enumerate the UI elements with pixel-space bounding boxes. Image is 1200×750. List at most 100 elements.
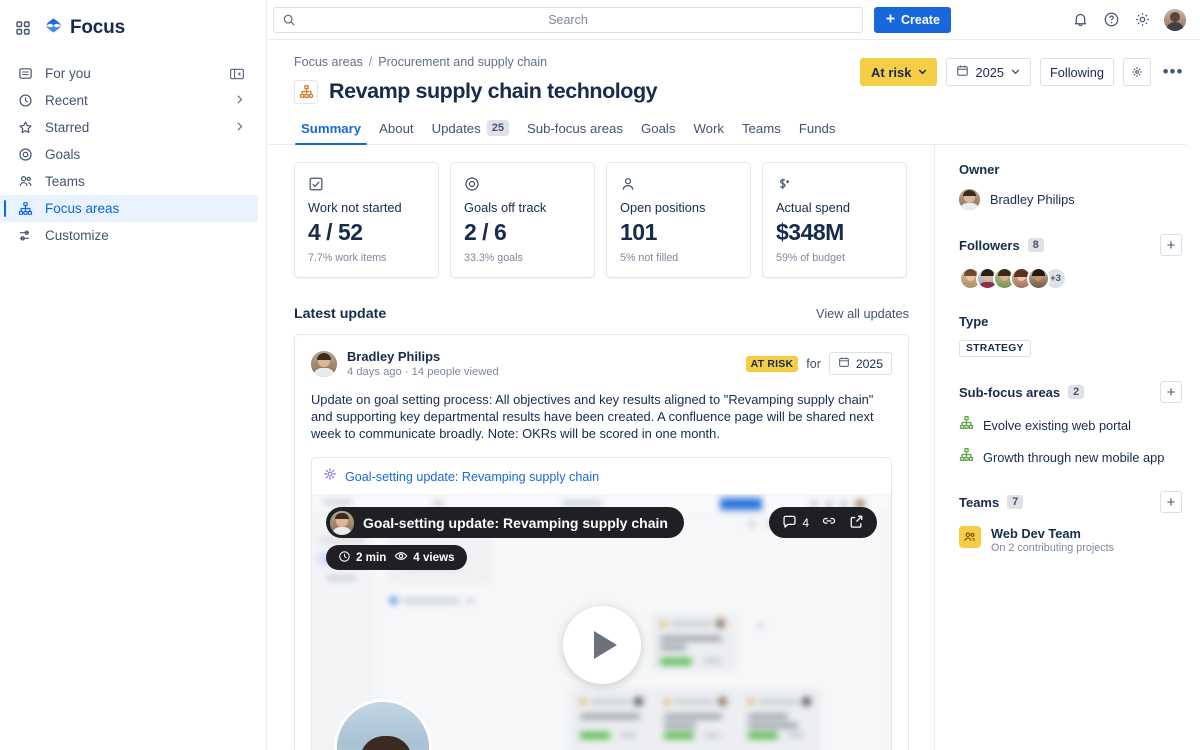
breadcrumb-current[interactable]: Procurement and supply chain (378, 55, 547, 69)
followers-avatars[interactable]: +3 (959, 267, 1182, 290)
tab-work[interactable]: Work (684, 121, 733, 144)
link-icon (821, 513, 837, 532)
people-icon (17, 173, 34, 190)
tab-sub-focus-areas[interactable]: Sub-focus areas (518, 121, 632, 144)
calendar-icon (838, 356, 850, 371)
owner-row[interactable]: Bradley Philips (959, 189, 1182, 210)
tab-label: Sub-focus areas (526, 121, 623, 136)
more-actions-button[interactable]: ••• (1160, 59, 1186, 85)
breadcrumb-separator: / (368, 55, 373, 69)
sidebar-item-teams[interactable]: Teams (0, 168, 258, 195)
calendar-icon (956, 64, 969, 80)
teams-count: 7 (1007, 495, 1024, 509)
sidebar-nav-list: For you Recent Starred Goals Teams Focus… (0, 60, 266, 249)
sidebar-item-recent[interactable]: Recent (0, 87, 258, 114)
notifications-icon[interactable] (1071, 11, 1089, 29)
chevron-right-icon[interactable] (233, 120, 246, 136)
sub-focus-areas-label-text: Sub-focus areas (959, 384, 1061, 400)
team-item[interactable]: Web Dev Team On 2 contributing projects (959, 526, 1182, 554)
section-title: Latest update (294, 306, 387, 322)
hierarchy-icon-green (959, 447, 974, 467)
settings-icon[interactable] (1133, 11, 1151, 29)
sidebar-item-customize[interactable]: Customize (0, 222, 258, 249)
tab-funds[interactable]: Funds (790, 121, 845, 144)
copy-link-action[interactable] (821, 513, 837, 532)
search-input[interactable]: Search (273, 6, 863, 33)
tab-updates[interactable]: Updates 25 (423, 120, 518, 144)
sidebar-item-focus-areas[interactable]: Focus areas (0, 195, 258, 222)
search-placeholder: Search (548, 12, 588, 27)
status-badge-label: At risk (871, 64, 912, 80)
sub-focus-areas-count: 2 (1068, 385, 1085, 399)
help-icon[interactable] (1102, 11, 1120, 29)
sub-focus-area-item[interactable]: Growth through new mobile app (959, 447, 1182, 467)
view-all-updates-link[interactable]: View all updates (816, 306, 909, 321)
sidebar-item-for-you[interactable]: For you (0, 60, 258, 87)
hierarchy-icon-green (959, 415, 974, 435)
sub-focus-area-name: Growth through new mobile app (983, 449, 1165, 465)
chevron-right-icon[interactable] (233, 93, 246, 109)
tab-teams[interactable]: Teams (733, 121, 790, 144)
add-follower-button[interactable]: + (1160, 234, 1182, 256)
status-badge[interactable]: At risk (860, 58, 938, 86)
tab-about[interactable]: About (370, 121, 422, 144)
sliders-icon (17, 227, 34, 244)
play-button[interactable] (562, 606, 641, 684)
loom-sparkle-icon (323, 467, 337, 486)
collapse-sidebar-icon[interactable] (228, 65, 246, 83)
embed-title-link[interactable]: Goal-setting update: Revamping supply ch… (345, 470, 599, 484)
comment-action[interactable]: 4 (782, 514, 809, 532)
tab-label: Funds (798, 121, 836, 136)
following-button[interactable]: Following (1039, 58, 1114, 86)
sidebar-item-goals[interactable]: Goals (0, 141, 258, 168)
add-sub-focus-area-button[interactable]: + (1160, 381, 1182, 403)
left-sidebar: Focus For you Recent Starred Goals Teams… (0, 0, 267, 750)
update-meta: 4 days ago · 14 people viewed (347, 366, 499, 378)
main-content: Work not started 4 / 52 7.7% work items … (267, 145, 934, 750)
clock-icon (17, 92, 34, 109)
metric-title: Goals off track (464, 200, 547, 215)
app-switcher-icon[interactable] (14, 19, 32, 37)
year-selector[interactable]: 2025 (946, 58, 1031, 86)
brand-row: Focus (0, 8, 266, 48)
sidebar-item-starred[interactable]: Starred (0, 114, 258, 141)
open-external-action[interactable] (849, 514, 864, 532)
breadcrumb: Focus areas / Procurement and supply cha… (294, 55, 860, 69)
tab-label: About (379, 121, 414, 136)
sub-focus-area-item[interactable]: Evolve existing web portal (959, 415, 1182, 435)
brand-name: Focus (70, 17, 125, 38)
breadcrumb-parent[interactable]: Focus areas (294, 55, 363, 69)
top-bar: Search Create (267, 0, 1200, 40)
metric-value: $348M (776, 219, 844, 245)
metric-title: Open positions (620, 200, 706, 215)
metric-card-work-not-started[interactable]: Work not started 4 / 52 7.7% work items (294, 162, 439, 278)
latest-update-card: Bradley Philips 4 days ago · 14 people v… (294, 334, 909, 750)
type-tag: STRATEGY (959, 340, 1031, 357)
brand-logo-group[interactable]: Focus (44, 16, 125, 40)
video-embed: Goal-setting update: Revamping supply ch… (311, 457, 892, 750)
clock-icon (338, 550, 351, 566)
video-thumbnail[interactable]: Goal-setting update: Revamping supply ch… (312, 494, 891, 750)
body-split: Work not started 4 / 52 7.7% work items … (267, 145, 1200, 750)
metric-title: Work not started (308, 200, 402, 215)
dollar-plus-icon (776, 175, 893, 192)
comment-icon (782, 514, 797, 532)
tab-goals[interactable]: Goals (632, 121, 684, 144)
user-avatar[interactable] (1164, 8, 1186, 31)
video-title: Goal-setting update: Revamping supply ch… (363, 514, 668, 531)
sidebar-item-label: Starred (45, 120, 90, 135)
tab-summary[interactable]: Summary (292, 121, 370, 145)
video-title-overlay: Goal-setting update: Revamping supply ch… (326, 507, 684, 538)
create-button[interactable]: Create (874, 6, 951, 33)
tab-label: Goals (640, 121, 676, 136)
metric-card-actual-spend[interactable]: Actual spend $348M 59% of budget (762, 162, 907, 278)
metric-card-open-positions[interactable]: Open positions 101 5% not filled (606, 162, 751, 278)
sub-focus-area-name: Evolve existing web portal (983, 417, 1131, 433)
create-button-label: Create (901, 12, 940, 27)
add-team-button[interactable]: + (1160, 491, 1182, 513)
update-year-chip[interactable]: 2025 (828, 352, 892, 375)
focus-area-hierarchy-icon (294, 79, 318, 104)
metric-card-goals-off-track[interactable]: Goals off track 2 / 6 33.3% goals (450, 162, 595, 278)
sparkle-ai-icon[interactable] (1123, 58, 1151, 86)
target-icon (17, 146, 34, 163)
